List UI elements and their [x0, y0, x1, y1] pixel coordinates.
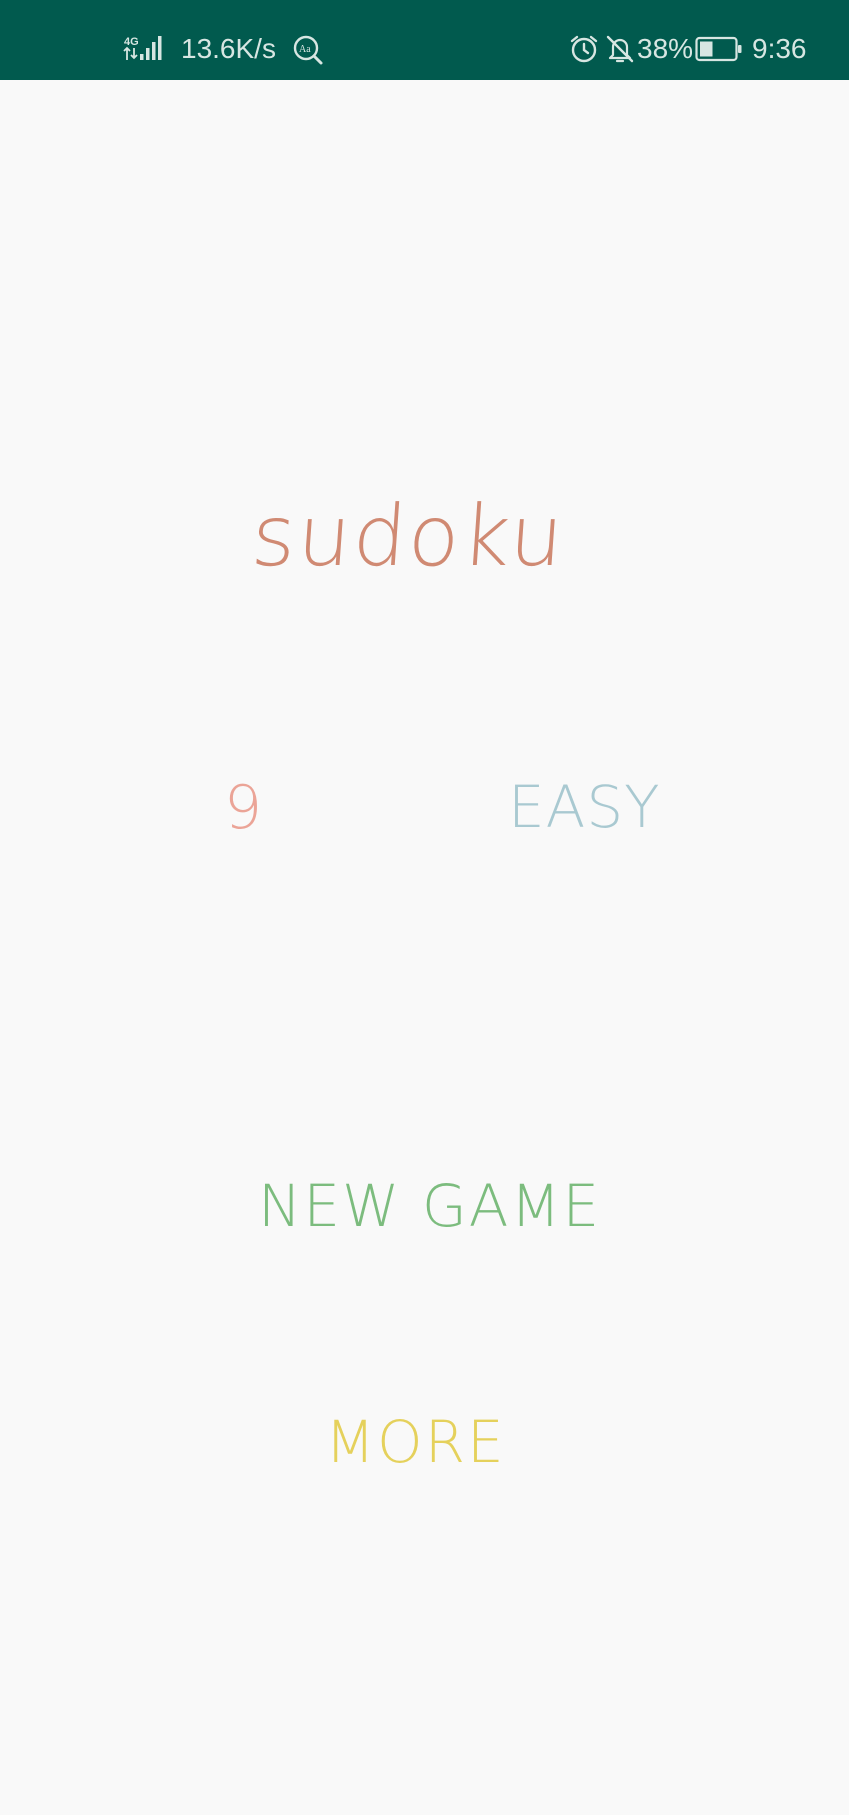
alarm-icon: [570, 35, 598, 63]
text-search-icon: Aa: [293, 35, 323, 65]
app-title: sudoku: [248, 487, 569, 585]
network-speed: 13.6K/s: [181, 33, 276, 64]
clock-time: 9:36: [752, 33, 807, 64]
grid-size-selector[interactable]: 9: [224, 778, 262, 838]
battery-level-fill: [700, 41, 713, 57]
signal-icon: 4G: [123, 36, 162, 60]
more-button[interactable]: MORE: [325, 1413, 506, 1471]
new-game-button[interactable]: NEW GAME: [258, 1177, 601, 1235]
svg-text:Aa: Aa: [299, 44, 311, 55]
bell-off-icon: [606, 35, 634, 63]
status-bar: 4G 13.6K/s Aa 38% 9:36: [0, 0, 849, 80]
battery-percent: 38%: [637, 33, 694, 64]
difficulty-selector[interactable]: EASY: [508, 778, 661, 836]
network-type-label: 4G: [124, 36, 139, 48]
battery-icon: [695, 36, 742, 62]
